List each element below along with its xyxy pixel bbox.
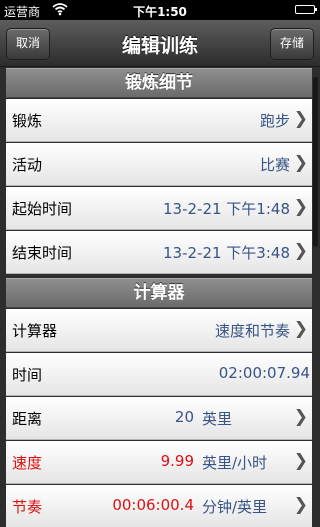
- row-label: 锻炼: [12, 112, 43, 130]
- row-label: 结束时间: [12, 244, 73, 262]
- chevron-right-icon: ❯: [293, 407, 308, 427]
- row-value: 速度和节奏: [214, 322, 290, 340]
- row-workout[interactable]: 锻炼 跑步 ❯: [6, 99, 312, 142]
- row-value: 跑步: [259, 112, 290, 130]
- pace-value: 00:06:00.4: [112, 496, 194, 514]
- status-time: 下午1:50: [133, 5, 187, 19]
- battery-icon: [295, 5, 317, 14]
- row-label: 活动: [12, 156, 43, 174]
- row-speed[interactable]: 速度 9.99 英里/小时 ❯: [6, 441, 312, 484]
- row-value: 02:00:07.94: [218, 364, 310, 382]
- chevron-right-icon: ❯: [293, 109, 308, 129]
- section-header-details: 锻炼细节: [6, 68, 312, 98]
- section-header-calculator: 计算器: [6, 278, 312, 308]
- row-end-time[interactable]: 结束时间 13-2-21 下午3:48 ❯: [6, 231, 312, 274]
- row-label: 速度: [12, 454, 43, 472]
- row-label: 节奏: [12, 498, 43, 516]
- pace-unit: 分钟/英里: [202, 498, 268, 516]
- save-button[interactable]: 存储: [269, 28, 314, 60]
- chevron-right-icon: ❯: [293, 495, 308, 515]
- row-distance[interactable]: 距离 20 英里 ❯: [6, 397, 312, 440]
- chevron-right-icon: ❯: [293, 197, 308, 217]
- row-value: 13-2-21 下午3:48: [163, 244, 290, 262]
- row-calculator[interactable]: 计算器 速度和节奏 ❯: [6, 309, 312, 352]
- chevron-right-icon: ❯: [293, 241, 308, 261]
- form-table[interactable]: 锻炼细节 锻炼 跑步 ❯ 活动 比赛 ❯ 起始时间 13-2-21 下午1:48…: [0, 67, 320, 527]
- chevron-right-icon: ❯: [293, 451, 308, 471]
- distance-value: 20: [174, 408, 194, 426]
- distance-unit: 英里: [202, 410, 233, 428]
- scrollbar[interactable]: [313, 77, 318, 247]
- status-bar: 运营商 下午1:50: [0, 0, 320, 20]
- row-label: 计算器: [12, 322, 58, 340]
- row-value: 比赛: [259, 156, 290, 174]
- speed-value: 9.99: [160, 452, 194, 470]
- navigation-bar: 取消 编辑训练 存储: [0, 20, 320, 67]
- row-label: 起始时间: [12, 200, 73, 218]
- chevron-right-icon: ❯: [293, 319, 308, 339]
- speed-unit: 英里/小时: [202, 454, 268, 472]
- row-time[interactable]: 时间 02:00:07.94: [6, 353, 312, 396]
- row-label: 距离: [12, 410, 43, 428]
- row-activity[interactable]: 活动 比赛 ❯: [6, 143, 312, 186]
- row-value: 13-2-21 下午1:48: [163, 200, 290, 218]
- chevron-right-icon: ❯: [293, 153, 308, 173]
- row-pace[interactable]: 节奏 00:06:00.4 分钟/英里 ❯: [6, 485, 312, 527]
- row-label: 时间: [12, 366, 43, 384]
- row-start-time[interactable]: 起始时间 13-2-21 下午1:48 ❯: [6, 187, 312, 230]
